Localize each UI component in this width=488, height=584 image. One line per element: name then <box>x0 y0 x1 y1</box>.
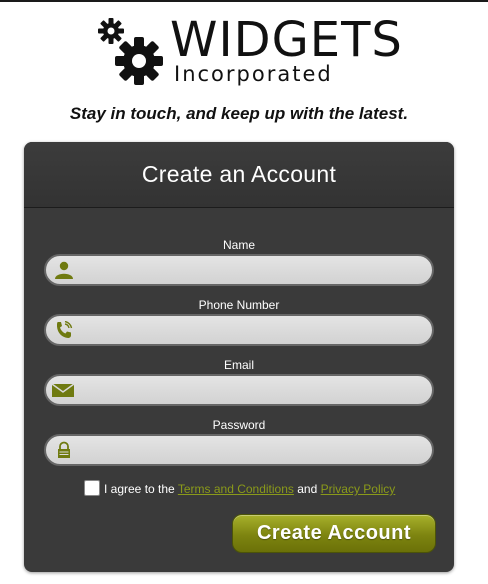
name-input[interactable] <box>80 256 424 286</box>
logo-subtitle: Incorporated <box>174 62 333 86</box>
agree-and: and <box>297 482 318 496</box>
company-logo: WIDGETS Incorporated <box>96 14 402 86</box>
logo-wordmark: WIDGETS <box>170 12 403 68</box>
agree-text: I agree to the Terms and Conditions and … <box>104 482 395 496</box>
name-label: Name <box>222 238 255 252</box>
create-account-button[interactable]: Create Account <box>232 514 436 553</box>
email-field[interactable] <box>44 374 434 406</box>
large-gear-icon <box>115 37 163 85</box>
password-label: Password <box>212 418 266 432</box>
agree-checkbox[interactable] <box>84 480 100 496</box>
tagline: Stay in touch, and keep up with the late… <box>69 104 409 123</box>
email-label: Email <box>223 358 254 372</box>
privacy-link[interactable]: Privacy Policy <box>321 482 396 496</box>
password-input[interactable] <box>80 436 424 466</box>
agree-prefix: I agree to the <box>104 482 175 496</box>
phone-input[interactable] <box>80 316 424 346</box>
phone-field[interactable] <box>44 314 434 346</box>
top-border <box>0 0 488 2</box>
signup-card: Create an Account Name Phone Number Emai… <box>24 142 454 572</box>
form-title: Create an Account <box>141 161 337 187</box>
name-field[interactable] <box>44 254 434 286</box>
password-field[interactable] <box>44 434 434 466</box>
terms-agreement: I agree to the Terms and Conditions and … <box>84 480 444 500</box>
card-header: Create an Account <box>24 142 454 208</box>
phone-label: Phone Number <box>198 298 280 312</box>
terms-link[interactable]: Terms and Conditions <box>178 482 294 496</box>
envelope-icon <box>51 383 75 397</box>
phone-icon <box>57 321 73 338</box>
email-input[interactable] <box>80 376 424 406</box>
lock-icon <box>58 441 70 458</box>
user-icon <box>55 261 73 279</box>
